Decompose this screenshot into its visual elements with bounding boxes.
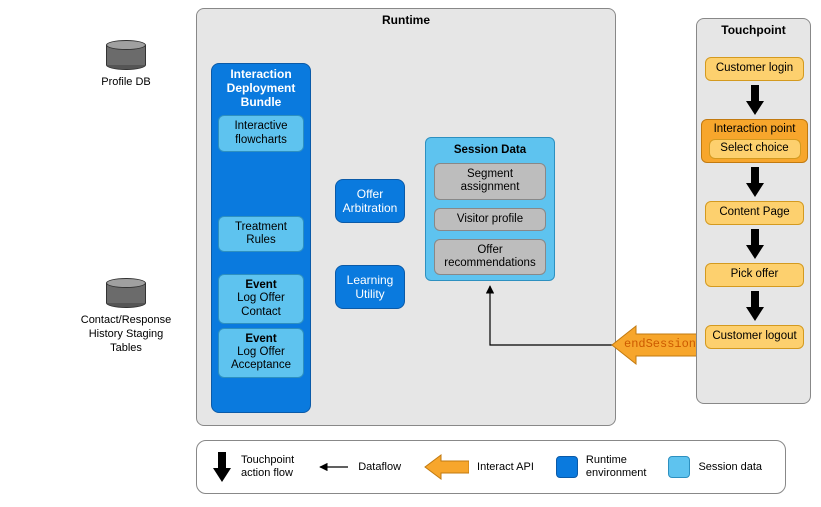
touch-interaction-point: Interaction point Select choice <box>701 119 808 163</box>
event-log-acceptance: Event Log OfferAcceptance <box>218 328 304 378</box>
deployment-bundle: InteractionDeploymentBundle Interactivef… <box>211 63 311 413</box>
action-arrow-icon <box>744 289 766 323</box>
legend-dataflow: Dataflow <box>316 461 401 474</box>
database-icon <box>106 40 146 70</box>
learning-utility-box: LearningUtility <box>335 265 405 309</box>
segment-assignment: Segmentassignment <box>434 163 546 199</box>
legend-session-data-label: Session data <box>698 461 762 474</box>
runtime-title: Runtime <box>382 13 430 27</box>
legend: Touchpointaction flow Dataflow Interact … <box>196 440 786 494</box>
touch-customer-logout: Customer logout <box>705 325 804 349</box>
profile-db: Profile DB <box>66 40 186 90</box>
session-data-box: Session Data Segmentassignment Visitor p… <box>425 137 555 281</box>
visitor-profile: Visitor profile <box>434 208 546 231</box>
action-arrow-icon <box>744 227 766 261</box>
event-label: Event <box>245 279 276 291</box>
event-label: Event <box>245 333 276 345</box>
action-arrow-icon <box>211 450 233 484</box>
runtime-panel: Runtime InteractionDeploymentBundle Inte… <box>196 8 616 426</box>
action-arrow-icon <box>744 165 766 199</box>
interact-api-arrow-icon <box>423 452 469 482</box>
offer-arbitration-box: OfferArbitration <box>335 179 405 223</box>
treatment-rules-block: TreatmentRules <box>218 216 304 252</box>
legend-runtime-env-label: Runtimeenvironment <box>586 454 647 479</box>
database-icon <box>106 278 146 308</box>
ch-staging-db: Contact/ResponseHistory StagingTables <box>56 278 196 355</box>
learning-utility-label: LearningUtility <box>347 273 394 301</box>
legend-session-data: Session data <box>668 456 762 478</box>
profile-db-label: Profile DB <box>66 76 186 90</box>
touch-pick-offer: Pick offer <box>705 263 804 287</box>
legend-runtime-env: Runtimeenvironment <box>556 454 647 479</box>
event-log-contact-body: Log OfferContact <box>237 292 285 317</box>
touch-select-choice: Select choice <box>709 139 801 159</box>
touch-login: Customer login <box>705 57 804 81</box>
touch-ip-label: Interaction point <box>714 123 796 138</box>
session-data-title: Session Data <box>428 142 552 159</box>
event-log-contact: Event Log OfferContact <box>218 274 304 324</box>
legend-interact-api-label: Interact API <box>477 461 534 474</box>
action-arrow-icon <box>744 83 766 117</box>
offer-arbitration-label: OfferArbitration <box>343 187 398 215</box>
flowcharts-block: Interactiveflowcharts <box>218 115 304 151</box>
legend-action-flow: Touchpointaction flow <box>211 450 294 484</box>
event-log-acceptance-body: Log OfferAcceptance <box>231 346 291 371</box>
touchpoint-panel: Touchpoint Customer login Interaction po… <box>696 18 811 404</box>
legend-action-flow-label: Touchpointaction flow <box>241 454 294 479</box>
dataflow-arrow-icon <box>316 461 350 473</box>
touchpoint-title: Touchpoint <box>721 23 785 37</box>
touch-content-page: Content Page <box>705 201 804 225</box>
session-swatch-icon <box>668 456 690 478</box>
offer-recommendations: Offerrecommendations <box>434 239 546 275</box>
deployment-bundle-title: InteractionDeploymentBundle <box>212 64 310 111</box>
legend-interact-api: Interact API <box>423 452 534 482</box>
end-session-label: endSession <box>624 337 696 351</box>
runtime-swatch-icon <box>556 456 578 478</box>
ch-staging-db-label: Contact/ResponseHistory StagingTables <box>56 314 196 355</box>
legend-dataflow-label: Dataflow <box>358 461 401 474</box>
